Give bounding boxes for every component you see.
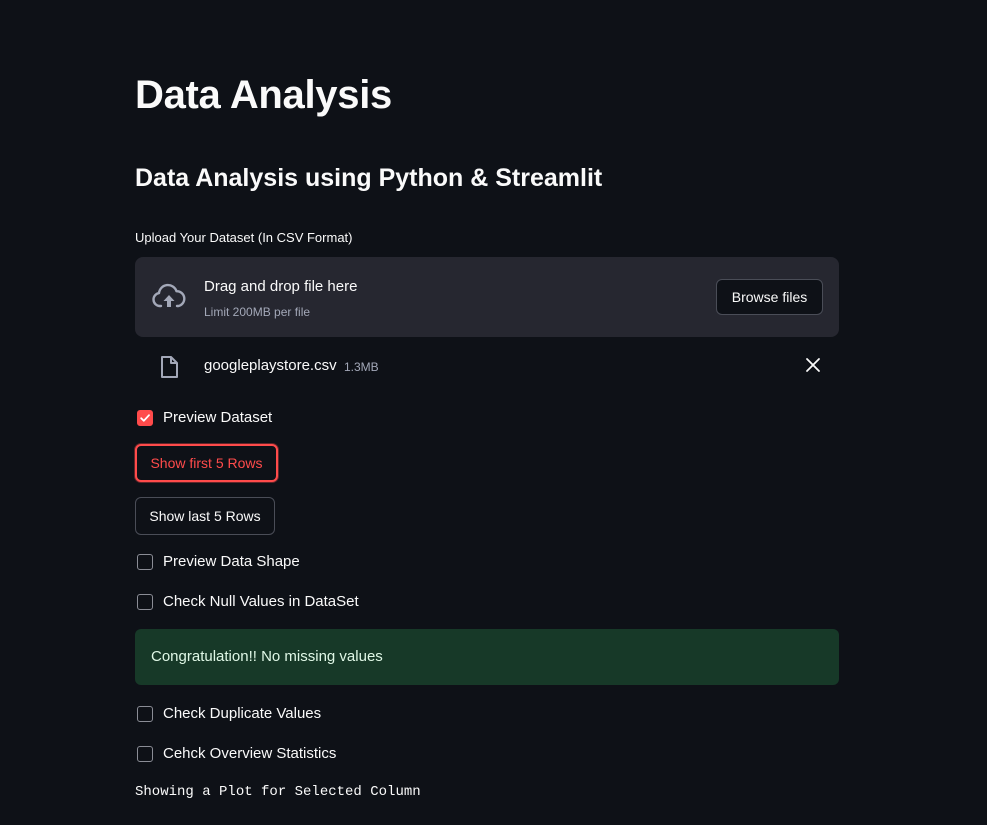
preview-shape-checkbox[interactable]: Preview Data Shape <box>135 550 300 574</box>
checkbox-unchecked-icon[interactable] <box>137 594 153 610</box>
upload-label: Upload Your Dataset (In CSV Format) <box>135 230 353 245</box>
file-dropzone[interactable]: Drag and drop file here Limit 200MB per … <box>135 257 839 337</box>
checkbox-unchecked-icon[interactable] <box>137 554 153 570</box>
close-icon[interactable] <box>803 355 823 375</box>
check-null-label: Check Null Values in DataSet <box>163 593 359 610</box>
success-message: Congratulation!! No missing values <box>151 648 383 665</box>
checkbox-unchecked-icon[interactable] <box>137 746 153 762</box>
plot-heading-code: Showing a Plot for Selected Column <box>135 784 421 800</box>
checkbox-checked-icon[interactable] <box>137 410 153 426</box>
page-subtitle: Data Analysis using Python & Streamlit <box>135 164 603 192</box>
browse-files-button[interactable]: Browse files <box>716 279 823 315</box>
uploaded-file-row: googleplaystore.csv 1.3MB <box>135 347 839 385</box>
checkbox-unchecked-icon[interactable] <box>137 706 153 722</box>
preview-dataset-label: Preview Dataset <box>163 409 273 426</box>
page-title: Data Analysis <box>135 73 392 117</box>
preview-dataset-checkbox[interactable]: Preview Dataset <box>135 406 272 430</box>
dropzone-limit: Limit 200MB per file <box>204 305 311 319</box>
preview-shape-label: Preview Data Shape <box>163 553 300 570</box>
cloud-upload-icon <box>151 282 187 312</box>
success-alert: Congratulation!! No missing values <box>135 629 839 685</box>
overview-stats-label: Cehck Overview Statistics <box>163 745 337 762</box>
overview-stats-checkbox[interactable]: Cehck Overview Statistics <box>135 742 336 766</box>
dropzone-title: Drag and drop file here <box>204 278 358 295</box>
check-duplicates-checkbox[interactable]: Check Duplicate Values <box>135 702 321 726</box>
show-first-rows-button[interactable]: Show first 5 Rows <box>135 444 278 482</box>
file-size: 1.3MB <box>344 360 379 374</box>
check-duplicates-label: Check Duplicate Values <box>163 705 322 722</box>
file-icon <box>159 355 179 379</box>
file-name: googleplaystore.csv <box>204 357 337 374</box>
check-null-checkbox[interactable]: Check Null Values in DataSet <box>135 590 359 614</box>
show-last-rows-button[interactable]: Show last 5 Rows <box>135 497 275 535</box>
